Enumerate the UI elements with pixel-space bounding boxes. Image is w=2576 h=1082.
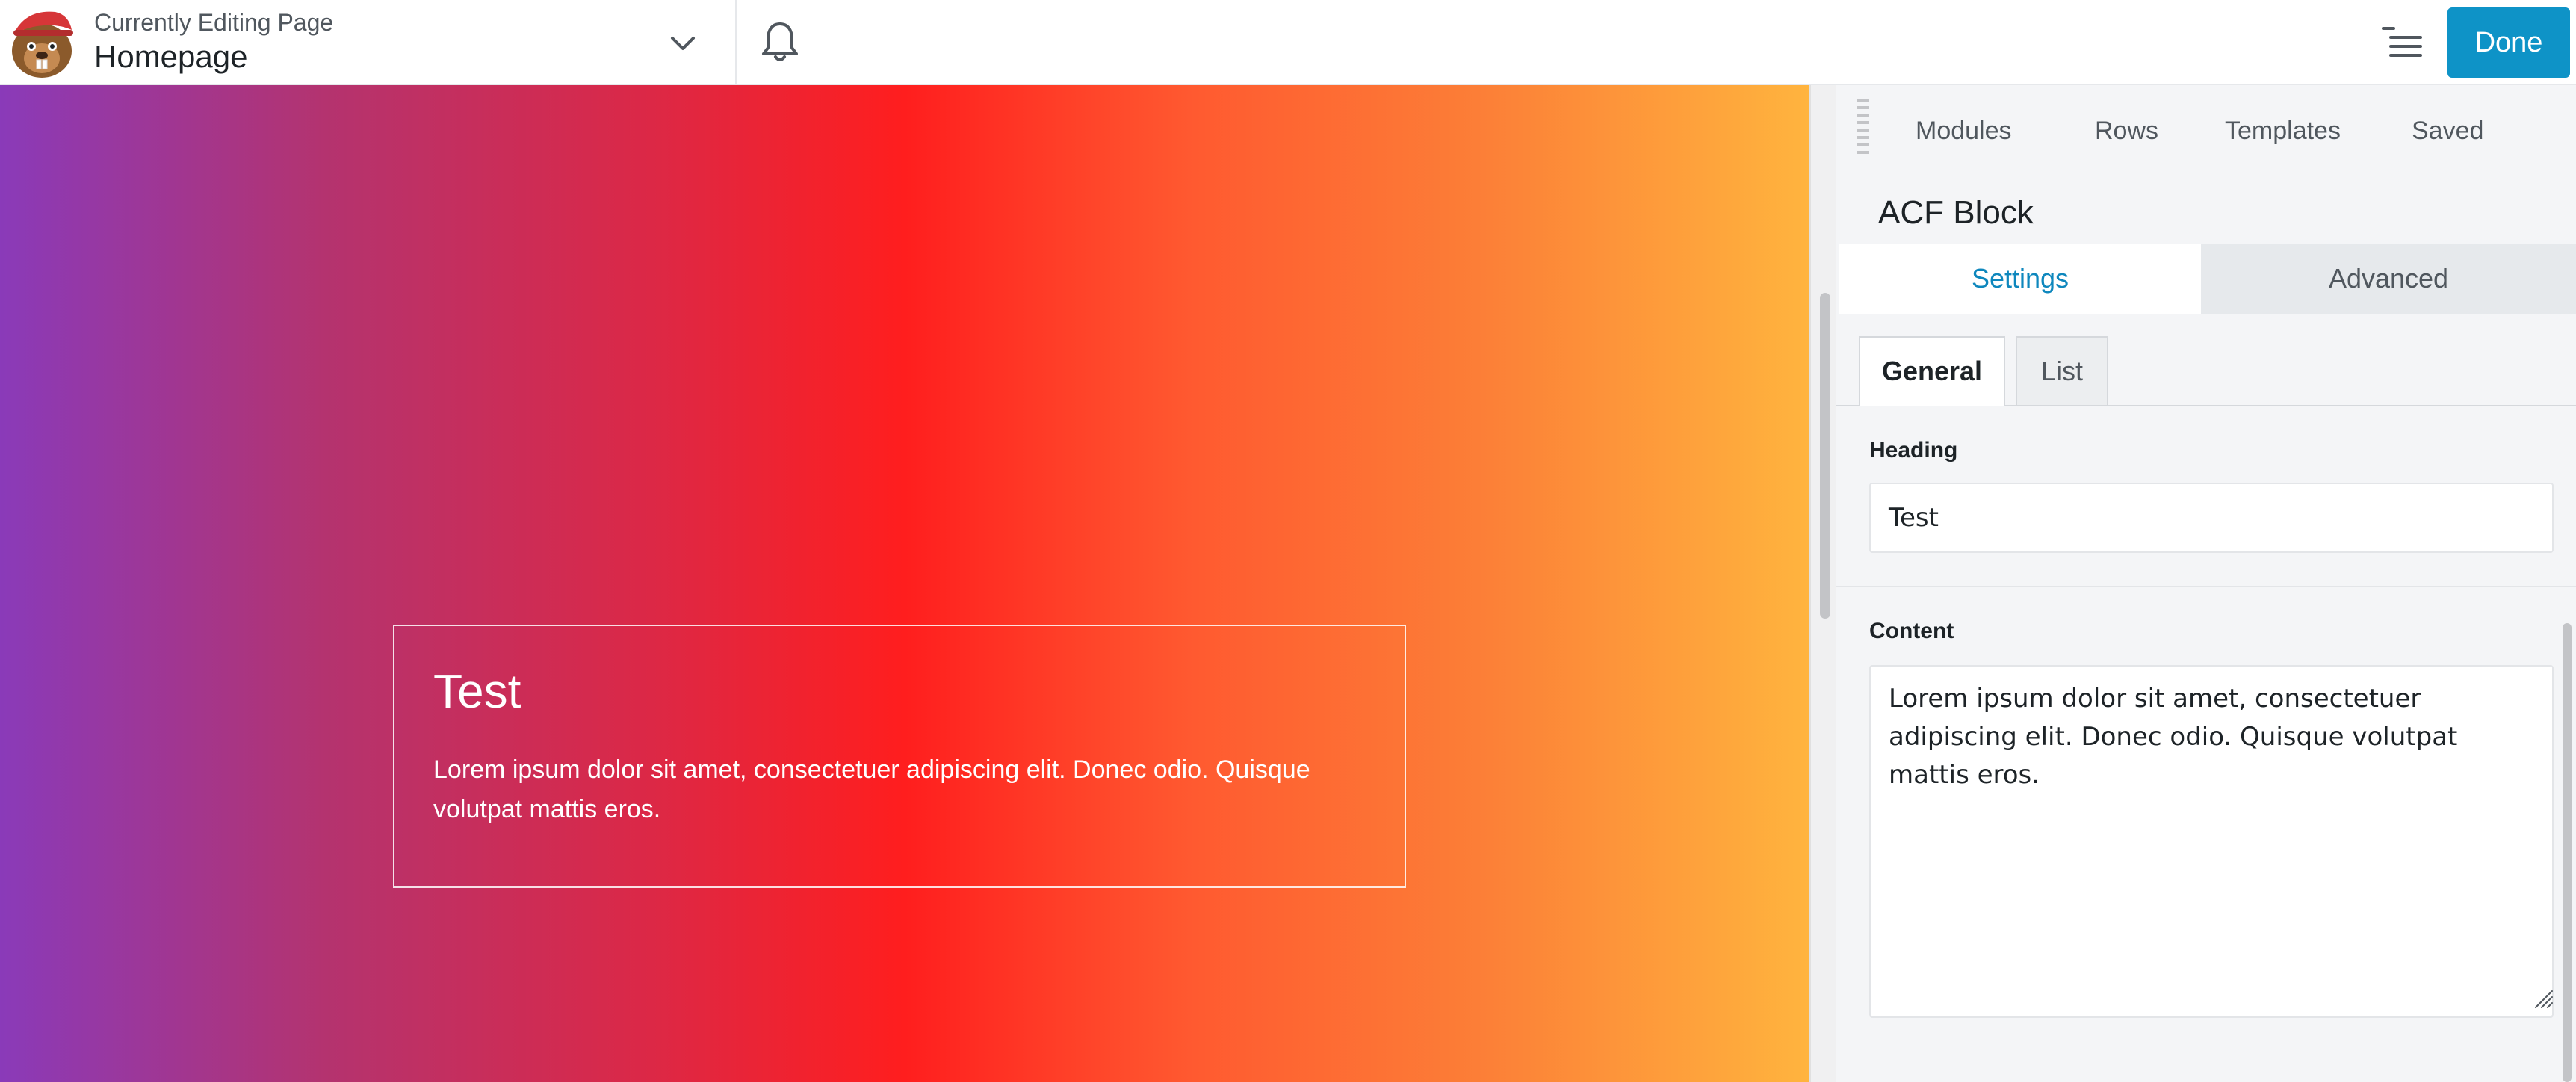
chevron-down-icon[interactable] (662, 22, 704, 64)
page-title[interactable]: Homepage (94, 39, 247, 75)
beaver-logo-icon[interactable] (3, 4, 81, 82)
tab-rows[interactable]: Rows (2095, 117, 2158, 146)
tab-saved[interactable]: Saved (2412, 117, 2483, 146)
header-divider (735, 0, 737, 84)
tab-advanced[interactable]: Advanced (2201, 244, 2576, 314)
settings-panel: Modules Rows Templates Saved ACF Block S… (1836, 85, 2576, 1082)
acf-block-module[interactable]: Test Lorem ipsum dolor sit amet, consect… (393, 625, 1406, 888)
subtab-list[interactable]: List (2016, 336, 2108, 405)
subtab-general[interactable]: General (1859, 336, 2005, 406)
heading-input[interactable]: Test (1869, 483, 2554, 553)
panel-scrollbar[interactable] (2563, 623, 2572, 1082)
field-divider (1836, 586, 2576, 587)
canvas-scrollbar[interactable] (1820, 293, 1830, 619)
top-bar: Currently Editing Page Homepage Done (0, 0, 2576, 85)
tab-modules[interactable]: Modules (1916, 117, 2012, 146)
tab-templates[interactable]: Templates (2225, 117, 2341, 146)
content-textarea[interactable]: Lorem ipsum dolor sit amet, consectetuer… (1869, 665, 2554, 1018)
context-label: Currently Editing Page (94, 9, 334, 36)
module-text: Lorem ipsum dolor sit amet, consectetuer… (433, 755, 1310, 823)
block-title: ACF Block (1878, 194, 2034, 231)
bell-icon[interactable] (758, 18, 802, 66)
resize-handle-icon[interactable] (2533, 988, 2554, 1009)
page-canvas[interactable]: Test Lorem ipsum dolor sit amet, consect… (0, 85, 1809, 1082)
done-button[interactable]: Done (2447, 7, 2570, 78)
outline-list-icon[interactable] (2380, 22, 2424, 61)
tab-settings[interactable]: Settings (1839, 244, 2201, 314)
panel-drag-handle[interactable] (1857, 99, 1869, 158)
module-heading: Test (433, 664, 521, 718)
heading-label: Heading (1869, 438, 1958, 463)
content-label: Content (1869, 619, 1954, 643)
